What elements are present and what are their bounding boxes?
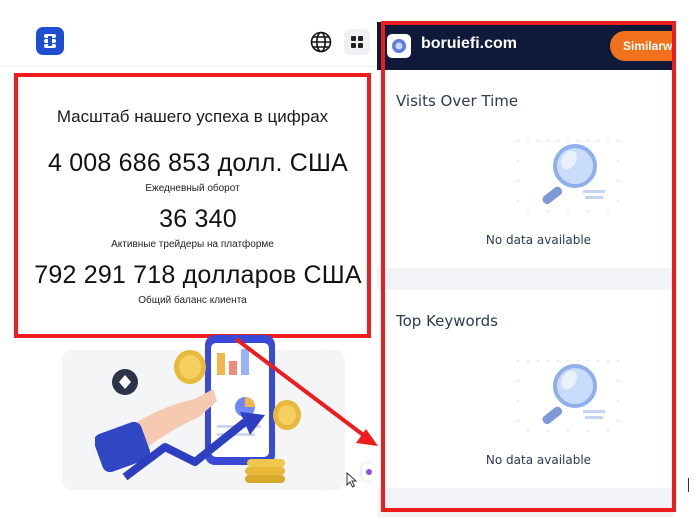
right-margin xyxy=(674,22,700,517)
app-logo-icon xyxy=(44,34,56,48)
stat-label-active-traders: Активные трейдеры на платформе xyxy=(111,239,274,250)
site-logo[interactable] xyxy=(36,27,64,55)
stat-value-active-traders: 36 340 xyxy=(159,205,237,233)
mouse-cursor-icon xyxy=(346,472,358,488)
globe-favicon-icon xyxy=(392,39,406,53)
extension-domain: boruiefi.com xyxy=(421,35,518,52)
apps-menu-button[interactable] xyxy=(344,29,370,55)
stat-value-daily-turnover: 4 008 686 853 долл. США xyxy=(47,149,349,177)
stats-title: Масштаб нашего успеха в цифрах xyxy=(56,107,329,126)
magnifier-empty-icon xyxy=(517,140,619,212)
visits-over-time-card: Visits Over Time No data available xyxy=(377,70,700,268)
stat-label-client-balance: Общий баланс клиента xyxy=(138,295,247,306)
top-keywords-card: Top Keywords No data available xyxy=(377,290,700,488)
header-divider xyxy=(0,66,377,67)
globe-icon xyxy=(310,31,332,53)
visits-no-data-text: No data available xyxy=(485,233,592,247)
text-caret xyxy=(688,478,689,492)
magnifier-empty-icon xyxy=(517,360,619,432)
screenshot-root: Масштаб нашего успеха в цифрах 4 008 686… xyxy=(0,0,700,517)
visits-over-time-title: Visits Over Time xyxy=(396,92,519,110)
floating-widget-tab[interactable] xyxy=(362,463,374,481)
keywords-no-data-text: No data available xyxy=(485,453,592,467)
stat-value-client-balance: 792 291 718 долларов США xyxy=(34,261,362,289)
site-favicon xyxy=(387,34,411,58)
extension-header: boruiefi.com Similarweb xyxy=(377,22,700,70)
stat-label-daily-turnover: Ежедневный оборот xyxy=(145,183,240,194)
grid-icon xyxy=(351,36,363,48)
similarweb-extension-panel: boruiefi.com Similarweb Visits Over Time… xyxy=(377,22,700,517)
finance-illustration xyxy=(95,335,301,483)
stats-section: Масштаб нашего успеха в цифрах 4 008 686… xyxy=(14,73,371,338)
purple-dot-icon xyxy=(366,469,372,475)
language-globe-button[interactable] xyxy=(309,30,333,54)
top-keywords-title: Top Keywords xyxy=(396,312,498,330)
